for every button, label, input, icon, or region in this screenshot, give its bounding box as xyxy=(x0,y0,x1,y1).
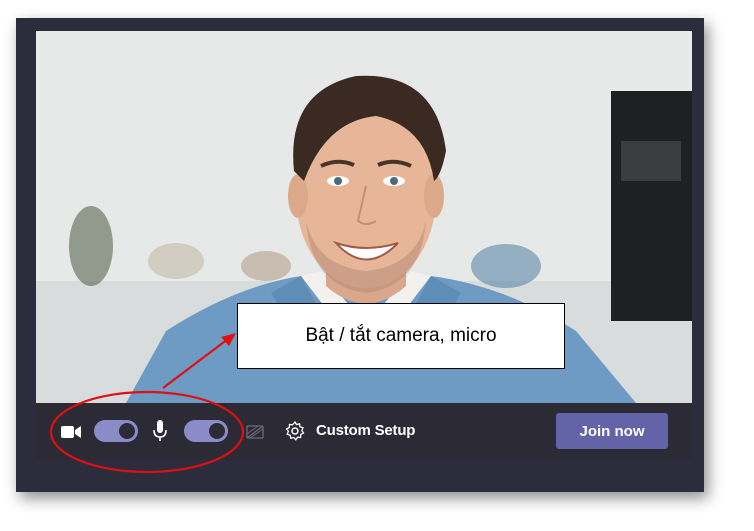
annotation-callout: Bật / tắt camera, micro xyxy=(237,303,565,369)
microphone-icon xyxy=(150,419,170,443)
microphone-toggle[interactable] xyxy=(184,420,228,442)
video-camera-icon xyxy=(60,421,82,443)
camera-toggle-knob xyxy=(119,423,135,439)
gear-icon[interactable] xyxy=(284,420,306,442)
prejoin-toolbar: Custom Setup Join now xyxy=(36,403,692,460)
join-now-button[interactable]: Join now xyxy=(556,413,668,449)
microphone-toggle-knob xyxy=(209,423,225,439)
custom-setup-label[interactable]: Custom Setup xyxy=(316,422,415,439)
camera-toggle[interactable] xyxy=(94,420,138,442)
background-effects-icon[interactable] xyxy=(244,421,266,443)
